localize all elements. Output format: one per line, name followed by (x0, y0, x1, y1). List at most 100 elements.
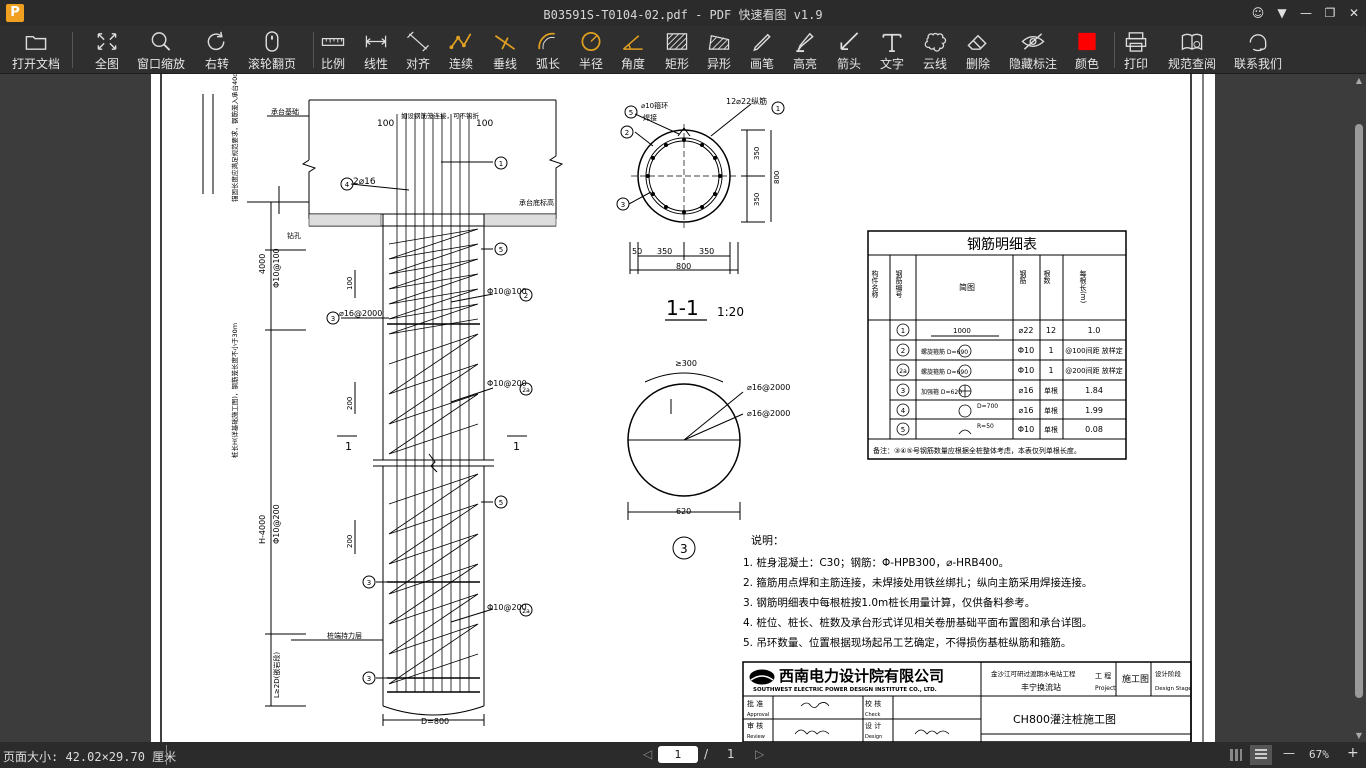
tool-radius-button[interactable]: 半径 (571, 30, 611, 72)
tool-cloud-button[interactable]: 云线 (915, 30, 955, 72)
tool-arrow-button[interactable]: 箭头 (829, 30, 869, 72)
rotate-icon (207, 31, 225, 51)
next-page-icon[interactable]: ▷ (755, 747, 764, 761)
tool-label: 联系我们 (1233, 57, 1282, 71)
row4-bar: ⌀16 (1019, 386, 1034, 395)
tool-label: 箭头 (836, 57, 861, 71)
page-number-input[interactable]: 1 (658, 746, 698, 763)
tool-text-button[interactable]: 文字 (872, 30, 912, 72)
tool-contact-button[interactable]: 联系我们 (1230, 30, 1286, 72)
notes-title: 说明： (751, 533, 784, 547)
tool-angle-button[interactable]: 角度 (613, 30, 653, 72)
tool-irregular-button[interactable]: 异形 (699, 30, 739, 72)
weld-label: 焊接 (643, 113, 657, 122)
eye-hidden-icon (1021, 33, 1045, 50)
tool-zoom-button[interactable]: 窗口缩放 (133, 30, 189, 72)
tool-standard-button[interactable]: 规范查阅 (1164, 30, 1220, 72)
row3-length: @200间距 放样定 (1065, 366, 1123, 375)
th-number: 钢筋编号 (895, 269, 903, 299)
tool-fit-button[interactable]: 全图 (87, 30, 127, 72)
row6-sketch: R=50 (977, 423, 994, 430)
folder-icon (25, 35, 47, 50)
project-label: 工 程 (1095, 671, 1111, 680)
polyline-icon (449, 33, 472, 50)
tool-label: 高亮 (792, 57, 817, 71)
single-page-view-icon[interactable] (1250, 745, 1272, 765)
tool-label: 画笔 (749, 57, 774, 71)
stage-label: 设计阶段 (1155, 669, 1182, 678)
tool-pen-button[interactable]: 画笔 (742, 30, 782, 72)
dim-small-200b: 200 (346, 535, 354, 548)
tool-highlight-button[interactable]: 高亮 (785, 30, 825, 72)
svg-text:2a: 2a (522, 387, 530, 394)
arc-length-icon (538, 32, 555, 50)
user-icon[interactable]: ☺ (1246, 0, 1270, 26)
tool-scroll-button[interactable]: 滚轮翻页 (244, 30, 300, 72)
zoom-out-button[interactable]: — (1283, 746, 1295, 760)
dropdown-icon[interactable]: ▼ (1270, 0, 1294, 26)
row2-bar: Φ10 (1018, 346, 1034, 355)
svg-text:2a: 2a (522, 608, 530, 615)
th-component: 构件名称 (871, 269, 879, 299)
ring-rebar-label-2: ⌀16@2000 (747, 409, 790, 418)
tool-open-button[interactable]: 打开文档 (8, 30, 64, 72)
continuous-view-icon[interactable] (1228, 747, 1244, 763)
irregular-area-icon (708, 34, 730, 50)
scroll-up-icon[interactable]: ▲ (1352, 76, 1366, 85)
svg-text:1: 1 (776, 105, 780, 113)
note-1: 1. 桩身混凝土：C30；钢筋：Φ-HPB300，⌀-HRB400。 (743, 556, 1009, 569)
tool-delete-button[interactable]: 删除 (958, 30, 998, 72)
row3-sketch: 螺旋箍筋 D=690 (921, 368, 968, 376)
scroll-thumb[interactable] (1355, 124, 1363, 698)
review-label-en: Review (747, 734, 765, 740)
signature-review (794, 729, 830, 735)
restore-icon[interactable]: ❐ (1318, 0, 1342, 26)
detail-number: 3 (680, 542, 688, 556)
tool-align-button[interactable]: 对齐 (398, 30, 438, 72)
window-controls: ☺ ▼ — ❐ ✕ (1246, 0, 1366, 26)
th-bar: 钢筋 (1019, 269, 1027, 285)
dim-small-200: 200 (346, 397, 354, 410)
toolbar: 打开文档 全图 窗口缩放 右转 滚轮翻页 比例 线性 对齐 连续 垂线 弧长 半径 角度 矩形 异形 画笔 高亮… (0, 26, 1366, 74)
tool-hide-button[interactable]: 隐藏标注 (1005, 30, 1061, 72)
tool-label: 全图 (94, 57, 119, 71)
tool-arc-button[interactable]: 弧长 (528, 30, 568, 72)
tool-continuous-button[interactable]: 连续 (441, 30, 481, 72)
dim-small-100: 100 (346, 277, 354, 290)
tool-label: 对齐 (405, 57, 430, 71)
row5-sketch: D=700 (977, 403, 998, 410)
tool-rotate-button[interactable]: 右转 (197, 30, 237, 72)
ring-rebar-label-1: ⌀16@2000 (747, 383, 790, 392)
scroll-down-icon[interactable]: ▼ (1352, 731, 1366, 740)
tool-linear-button[interactable]: 线性 (356, 30, 396, 72)
tool-label: 矩形 (664, 57, 689, 71)
note-2: 2. 箍筋用点焊和主筋连接，未焊接处用铁丝绑扎；纵向主筋采用焊接连接。 (743, 576, 1092, 589)
document-viewer[interactable]: 承台基础 如设钢筋笼连接，可不钩折 100 100 2⌀16 承台底标高 钻孔 … (0, 74, 1366, 742)
section-title: 1-1 (666, 296, 699, 320)
close-icon[interactable]: ✕ (1342, 0, 1366, 26)
vertical-scrollbar[interactable]: ▲ ▼ (1352, 74, 1366, 742)
tool-scale-button[interactable]: 比例 (313, 30, 353, 72)
tool-rect-button[interactable]: 矩形 (657, 30, 697, 72)
dim-phi10-100: Φ10@100 (272, 248, 281, 288)
toolbar-separator (72, 32, 73, 68)
zoom-in-button[interactable]: + (1347, 745, 1359, 761)
tool-print-button[interactable]: 打印 (1116, 30, 1156, 72)
tool-perp-button[interactable]: 垂线 (485, 30, 525, 72)
status-bar: 页面大小: 42.02×29.70 厘米 ◁ 1 / 1 ▷ — 67% + (0, 742, 1366, 768)
tool-color-button[interactable]: 颜色 (1067, 30, 1107, 72)
tool-label: 角度 (620, 57, 645, 71)
cap-label: 承台基础 (271, 107, 299, 116)
dim-350-top: 350 (753, 147, 761, 160)
svg-text:3: 3 (331, 315, 335, 323)
ground-label: 承台底标高 (519, 198, 554, 207)
prev-page-icon[interactable]: ◁ (643, 747, 652, 761)
dim-h4000: H-4000 (258, 515, 267, 544)
cloud-icon (924, 32, 947, 52)
tool-label: 半径 (578, 57, 603, 71)
main-bar-label: 12⌀22纵筋 (726, 96, 767, 106)
tool-label: 云线 (922, 57, 947, 71)
minimize-icon[interactable]: — (1294, 0, 1318, 26)
aligned-dim-icon (407, 31, 429, 52)
tool-label: 打开文档 (11, 57, 60, 71)
